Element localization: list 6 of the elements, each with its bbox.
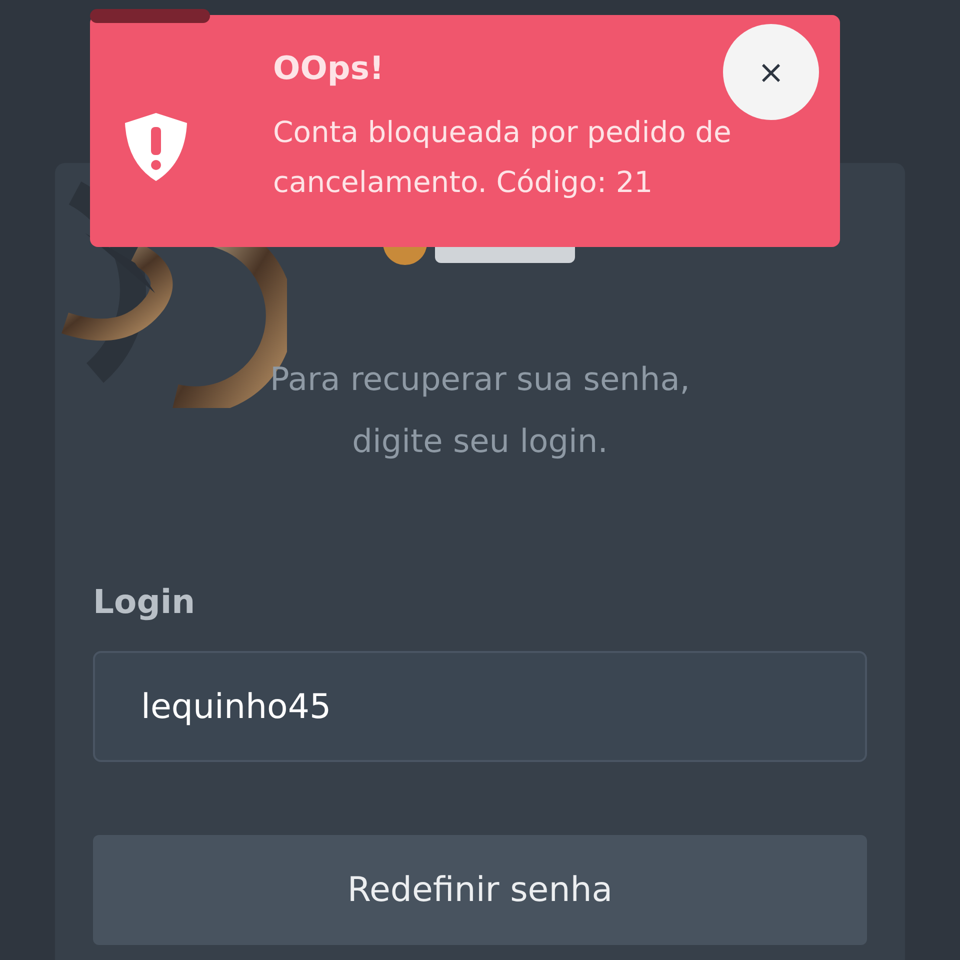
toast-title: OOps!: [273, 49, 384, 87]
shield-alert-icon: [123, 111, 189, 183]
reset-password-button[interactable]: Redefinir senha: [93, 835, 867, 945]
instructions-text: Para recuperar sua senha, digite seu login.: [269, 359, 691, 462]
login-label: Login: [93, 582, 196, 621]
login-field[interactable]: lequinho45: [93, 651, 867, 762]
